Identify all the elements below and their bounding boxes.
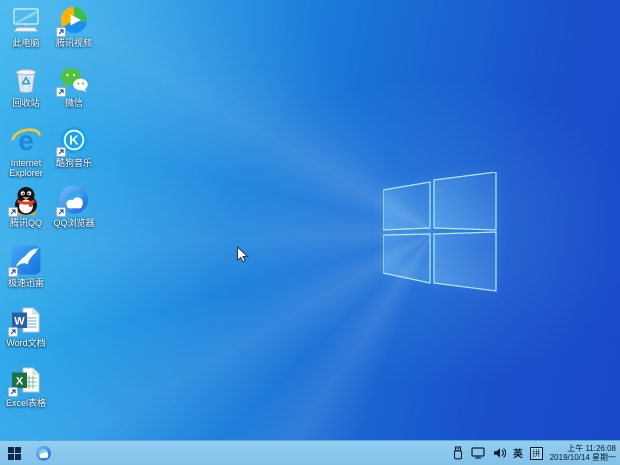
icon-label: Internet Explorer [2,158,50,178]
ime-pinyin-badge[interactable]: 拼 [530,447,543,460]
mouse-cursor-icon [236,246,249,264]
qq-browser-icon [58,184,90,216]
desktop-icon-qq-browser[interactable]: QQ浏览器 [50,184,98,244]
icon-label: QQ浏览器 [53,218,94,228]
shortcut-arrow-icon [9,328,17,336]
word-document-icon: W [10,304,42,336]
icon-label: Excel表格 [6,398,46,408]
volume-speaker-icon[interactable] [493,447,506,459]
desktop-icon-excel-spreadsheet[interactable]: X Excel表格 [2,364,50,424]
desktop-icon-kugou-music[interactable]: K 酷狗音乐 [50,124,98,184]
svg-text:K: K [69,133,79,148]
network-ethernet-icon[interactable] [471,447,486,459]
desktop-icon-xunlei-thunder[interactable]: 极速迅雷 [2,244,50,304]
kugou-music-icon: K [58,124,90,156]
desktop-icon-grid: 此电脑 腾讯视频 [2,4,98,424]
shortcut-arrow-icon [57,148,65,156]
windows-start-icon [8,447,21,460]
recycle-bin-icon [10,64,42,96]
shortcut-badge [8,327,18,337]
desktop-icon-wechat[interactable]: 微信 [50,64,98,124]
shortcut-badge [56,147,66,157]
clock-date: 2019/10/14 星期一 [550,453,616,463]
shortcut-arrow-icon [9,388,17,396]
taskbar: 英 拼 上午 11:26:08 2019/10/14 星期一 [0,440,620,465]
icon-label: 腾讯视频 [56,38,92,48]
windows-desktop: 此电脑 腾讯视频 [0,0,620,465]
tray-clock[interactable]: 上午 11:26:08 2019/10/14 星期一 [550,444,616,463]
icon-label: 微信 [65,98,83,108]
desktop-icon-internet-explorer[interactable]: e Internet Explorer [2,124,50,184]
clock-time: 上午 11:26:08 [550,444,616,454]
icon-label: 腾讯QQ [10,218,42,228]
shortcut-badge [8,387,18,397]
usb-safely-remove-icon[interactable] [452,446,464,460]
shortcut-arrow-icon [57,28,65,36]
desktop-icon-tencent-qq[interactable]: 腾讯QQ [2,184,50,244]
desktop-icon-word-document[interactable]: W Word文档 [2,304,50,364]
shortcut-badge [56,207,66,217]
input-language-indicator[interactable]: 英 [513,446,523,460]
shortcut-arrow-icon [9,268,17,276]
desktop-icon-tencent-video[interactable]: 腾讯视频 [50,4,98,64]
shortcut-arrow-icon [57,208,65,216]
svg-text:X: X [16,376,24,388]
shortcut-badge [56,27,66,37]
qq-browser-icon [35,445,52,462]
icon-label: Word文档 [6,338,45,348]
this-pc-icon [10,4,42,36]
shortcut-arrow-icon [57,88,65,96]
svg-text:W: W [14,316,25,328]
tencent-video-icon [58,4,90,36]
start-button[interactable] [0,441,29,465]
desktop-icon-this-pc[interactable]: 此电脑 [2,4,50,64]
taskbar-pinned-qq-browser[interactable] [29,441,57,465]
icon-label: 回收站 [12,98,39,108]
icon-label: 酷狗音乐 [56,158,92,168]
xunlei-thunder-icon [10,244,42,276]
tencent-qq-icon [10,184,42,216]
icon-label: 极速迅雷 [8,278,44,288]
shortcut-badge [8,267,18,277]
icon-label: 此电脑 [12,38,39,48]
excel-spreadsheet-icon: X [10,364,42,396]
shortcut-badge [56,87,66,97]
wechat-icon [58,64,90,96]
system-tray: 英 拼 上午 11:26:08 2019/10/14 星期一 [452,441,620,465]
shortcut-arrow-icon [9,208,17,216]
internet-explorer-icon: e [10,124,42,156]
desktop-icon-recycle-bin[interactable]: 回收站 [2,64,50,124]
windows-logo-wallpaper [383,172,497,293]
shortcut-badge [8,207,18,217]
